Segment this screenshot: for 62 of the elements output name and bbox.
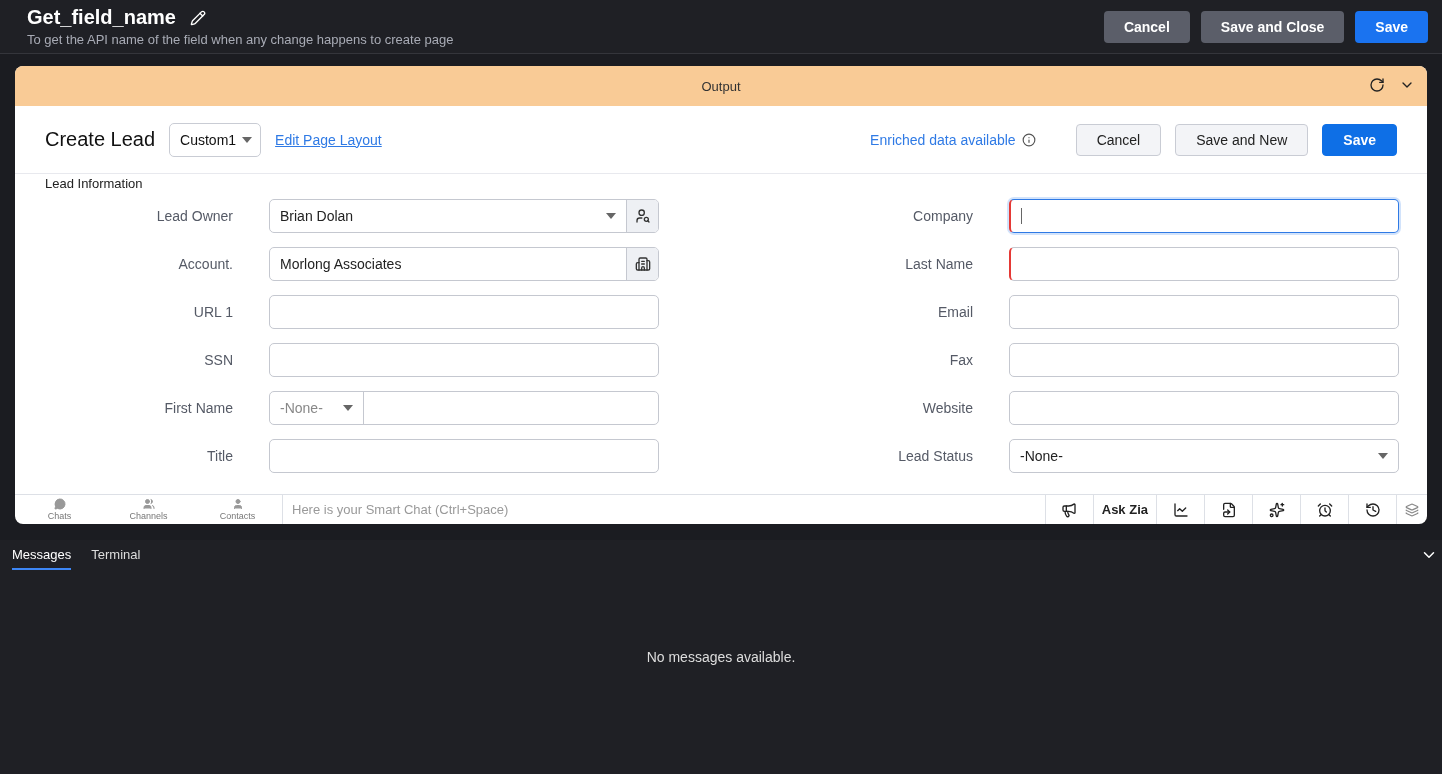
console-tab[interactable]: Terminal: [91, 540, 141, 570]
input-field[interactable]: -None-: [269, 391, 659, 425]
input-field[interactable]: [269, 343, 659, 377]
chat-tab[interactable]: Contacts: [193, 495, 282, 524]
input-field[interactable]: [269, 439, 659, 473]
user-search-icon[interactable]: [626, 200, 658, 232]
function-description: To get the API name of the field when any change happens to create page: [27, 32, 455, 47]
form-title: Create Lead: [45, 128, 156, 151]
chat-tab[interactable]: Channels: [104, 495, 193, 524]
chat-tab[interactable]: Chats: [15, 495, 104, 524]
field-label: Company: [912, 208, 974, 224]
field-value: -None-: [1019, 448, 1064, 464]
info-icon: [1021, 132, 1036, 147]
section-heading: Lead Information: [45, 176, 144, 191]
input-field[interactable]: [1009, 295, 1399, 329]
input-field[interactable]: [1009, 199, 1399, 233]
people-icon: [142, 498, 155, 510]
field-value: Morlong Associates: [279, 256, 403, 272]
caret-icon: [1378, 453, 1388, 459]
input-field[interactable]: Morlong Associates: [269, 247, 659, 281]
field-label: Title: [206, 448, 234, 464]
field-value: Brian Dolan: [279, 208, 355, 224]
input-field[interactable]: -None-: [1009, 439, 1399, 473]
field-label: SSN: [203, 352, 234, 368]
field-label: URL 1: [192, 304, 234, 320]
building-icon[interactable]: [626, 248, 658, 280]
refresh-icon[interactable]: [1369, 77, 1385, 93]
edit-layout-link[interactable]: Edit Page Layout: [275, 131, 382, 148]
field-label: First Name: [163, 400, 234, 416]
caret-icon: [242, 136, 253, 143]
input-field[interactable]: [1009, 343, 1399, 377]
function-title: Get_field_name: [27, 6, 176, 29]
field-label: Email: [937, 304, 974, 320]
console-tab[interactable]: Messages: [12, 540, 72, 570]
field-label: Fax: [948, 352, 974, 368]
field-label: Lead Status: [897, 448, 974, 464]
form-button[interactable]: Save: [1322, 123, 1397, 156]
header-button[interactable]: Save: [1355, 10, 1428, 43]
ask-zia-button[interactable]: Ask Zia: [1092, 495, 1156, 524]
field-label: Website: [921, 400, 974, 416]
edit-icon[interactable]: [189, 9, 206, 26]
form-button[interactable]: Cancel: [1075, 123, 1162, 156]
field-label: Lead Owner: [155, 208, 234, 224]
input-field[interactable]: Brian Dolan: [269, 199, 659, 233]
input-field[interactable]: [1009, 247, 1399, 281]
enriched-data-link[interactable]: Enriched data available: [870, 131, 1016, 148]
header-button[interactable]: Cancel: [1103, 10, 1190, 43]
caret-icon: [343, 405, 353, 411]
input-field[interactable]: [1009, 391, 1399, 425]
caret-icon: [606, 213, 616, 219]
person-icon: [231, 498, 244, 510]
output-title: Output: [701, 78, 741, 94]
input-field[interactable]: [269, 295, 659, 329]
salutation-dropdown[interactable]: -None-: [270, 392, 364, 424]
text-cursor: [1021, 208, 1022, 224]
speech-bubble-icon: [53, 498, 66, 510]
layout-dropdown[interactable]: Custom1: [169, 122, 262, 157]
field-label: Last Name: [904, 256, 974, 272]
header-button[interactable]: Save and Close: [1200, 10, 1345, 43]
form-button[interactable]: Save and New: [1175, 123, 1309, 156]
empty-message: No messages available.: [646, 649, 796, 665]
field-label: Account.: [177, 256, 234, 272]
